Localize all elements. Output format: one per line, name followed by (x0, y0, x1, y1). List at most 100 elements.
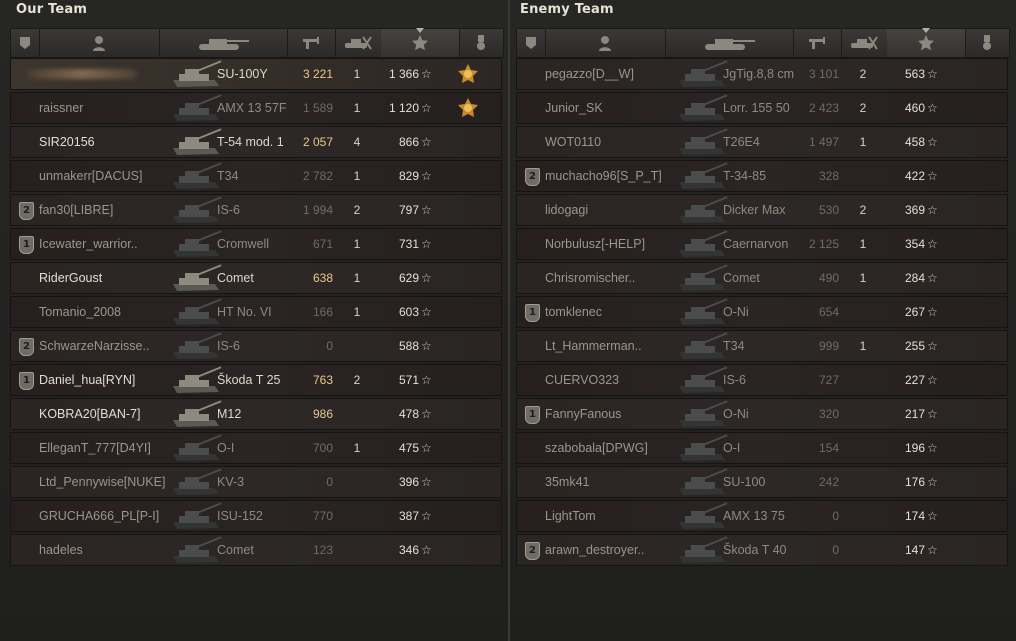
damage-value: 1 497 (808, 135, 839, 149)
tank-name: O-I (723, 441, 741, 455)
kills-value: 1 (353, 271, 361, 285)
player-name: unmakerr[DACUS] (39, 169, 143, 183)
player-row[interactable]: 2 SchwarzeNarzisse.. IS-6 0 588 ☆ (10, 330, 502, 362)
player-row[interactable]: KOBRA20[BAN-7] M12 986 478 ☆ (10, 398, 502, 430)
platoon-badge: 2 (525, 168, 540, 186)
player-row[interactable]: Junior_SK Lorr. 155 50 2 423 2 460 ☆ (516, 92, 1008, 124)
sort-descending-icon (416, 28, 424, 33)
kills-value: 1 (353, 101, 361, 115)
header-damage-icon[interactable] (287, 29, 336, 57)
player-name: muchacho96[S_P_T] (545, 169, 662, 183)
xp-value: 475 (398, 441, 419, 455)
header-xp-star-icon[interactable] (381, 28, 460, 57)
damage-value: 2 782 (302, 169, 333, 183)
player-row[interactable]: Tomanio_2008 HT No. VI 166 1 603 ☆ (10, 296, 502, 328)
player-row[interactable]: Chrisromischer.. Comet 490 1 284 ☆ (516, 262, 1008, 294)
tank-name: T-54 mod. 1 (217, 135, 284, 149)
player-row[interactable]: lidogagi Dicker Max 530 2 369 ☆ (516, 194, 1008, 226)
header-xp-star-icon[interactable] (887, 28, 966, 57)
xp-value: 1 366 (388, 67, 419, 81)
player-row[interactable]: WOT0110 T26E4 1 497 1 458 ☆ (516, 126, 1008, 158)
header-tank-icon[interactable] (665, 29, 794, 57)
player-row[interactable]: hadeles Comet 123 346 ☆ (10, 534, 502, 566)
header-player-icon[interactable] (545, 29, 666, 57)
player-name: Junior_SK (545, 101, 603, 115)
damage-value: 0 (832, 509, 839, 523)
kills-value: 4 (353, 135, 361, 149)
xp-star-icon: ☆ (421, 101, 432, 115)
player-name: pegazzo[D__W] (545, 67, 634, 81)
player-name: Norbulusz[-HELP] (545, 237, 646, 251)
header-damage-icon[interactable] (793, 29, 842, 57)
xp-star-icon: ☆ (927, 237, 938, 251)
xp-star-icon: ☆ (927, 67, 938, 81)
player-name: Chrisromischer.. (545, 271, 636, 285)
player-row[interactable]: ElleganT_777[D4YI] O-I 700 1 475 ☆ (10, 432, 502, 464)
damage-value: 3 101 (808, 67, 839, 81)
platoon-badge: 2 (19, 202, 34, 220)
xp-star-icon: ☆ (927, 305, 938, 319)
player-name: ElleganT_777[D4YI] (39, 441, 151, 455)
player-name: KOBRA20[BAN-7] (39, 407, 141, 421)
damage-value: 242 (818, 475, 839, 489)
player-row[interactable]: CUERVO323 IS-6 727 227 ☆ (516, 364, 1008, 396)
player-row[interactable]: SIR20156 T-54 mod. 1 2 057 4 866 ☆ (10, 126, 502, 158)
player-row[interactable]: szabobala[DPWG] O-I 154 196 ☆ (516, 432, 1008, 464)
player-row[interactable]: GRUCHA666_PL[P-I] ISU-152 770 387 ☆ (10, 500, 502, 532)
damage-value: 700 (312, 441, 333, 455)
damage-value: 770 (312, 509, 333, 523)
xp-star-icon: ☆ (927, 441, 938, 455)
player-row[interactable]: RiderGoust Comet 638 1 629 ☆ (10, 262, 502, 294)
xp-star-icon: ☆ (927, 169, 938, 183)
tank-name: Comet (723, 271, 760, 285)
damage-value: 1 994 (302, 203, 333, 217)
player-row[interactable]: Ltd_Pennywise[NUKE] KV-3 0 396 ☆ (10, 466, 502, 498)
header-tank-icon[interactable] (159, 29, 288, 57)
player-row[interactable]: LightTom AMX 13 75 0 174 ☆ (516, 500, 1008, 532)
player-name: Ltd_Pennywise[NUKE] (39, 475, 166, 489)
player-row[interactable]: pegazzo[D__W] JgTig.8,8 cm 3 101 2 563 ☆ (516, 58, 1008, 90)
header-squad-icon[interactable] (11, 29, 40, 57)
header-squad-icon[interactable] (517, 29, 546, 57)
damage-value: 320 (818, 407, 839, 421)
player-row[interactable]: 1 tomklenec O-Ni 654 267 ☆ (516, 296, 1008, 328)
header-kills-icon[interactable] (335, 29, 382, 57)
player-name: hadeles (39, 543, 83, 557)
tank-name: T26E4 (723, 135, 760, 149)
player-row[interactable]: 1 Daniel_hua[RYN] Škoda T 25 763 2 571 ☆ (10, 364, 502, 396)
header-player-icon[interactable] (39, 29, 160, 57)
player-row[interactable]: Lt_Hammerman.. T34 999 1 255 ☆ (516, 330, 1008, 362)
enemy-team-panel: Enemy Team pegazzo[D__W] JgTig.8,8 cm 3 10… (510, 0, 1016, 641)
kills-value: 1 (353, 67, 361, 81)
header-kills-icon[interactable] (841, 29, 888, 57)
xp-star-icon: ☆ (927, 373, 938, 387)
player-row[interactable]: Norbulusz[-HELP] Caernarvon 2 125 1 354 ☆ (516, 228, 1008, 260)
xp-star-icon: ☆ (927, 509, 938, 523)
player-name: 35mk41 (545, 475, 590, 489)
player-row[interactable]: SU-100Y 3 221 1 1 366 ☆ (10, 58, 502, 90)
xp-star-icon: ☆ (421, 373, 432, 387)
platoon-badge: 2 (19, 338, 34, 356)
header-medal-icon[interactable] (965, 29, 1010, 57)
tank-name: Cromwell (217, 237, 270, 251)
kills-value: 2 (859, 101, 867, 115)
kills-value: 2 (859, 203, 867, 217)
player-row[interactable]: raissner AMX 13 57F 1 589 1 1 120 ☆ (10, 92, 502, 124)
player-row[interactable]: 1 FannyFanous O-Ni 320 217 ☆ (516, 398, 1008, 430)
xp-value: 396 (398, 475, 419, 489)
header-medal-icon[interactable] (459, 29, 504, 57)
player-row[interactable]: 2 fan30[LIBRE] IS-6 1 994 2 797 ☆ (10, 194, 502, 226)
player-row[interactable]: unmakerr[DACUS] T34 2 782 1 829 ☆ (10, 160, 502, 192)
player-row[interactable]: 1 Icewater_warrior.. Cromwell 671 1 731 ☆ (10, 228, 502, 260)
kills-value: 1 (353, 237, 361, 251)
xp-value: 629 (398, 271, 419, 285)
tank-name: T34 (723, 339, 745, 353)
damage-value: 727 (818, 373, 839, 387)
player-row[interactable]: 2 muchacho96[S_P_T] T-34-85 328 422 ☆ (516, 160, 1008, 192)
damage-value: 671 (312, 237, 333, 251)
damage-value: 2 125 (808, 237, 839, 251)
player-row[interactable]: 2 arawn_destroyer.. Škoda T 40 0 147 ☆ (516, 534, 1008, 566)
player-row[interactable]: 35mk41 SU-100 242 176 ☆ (516, 466, 1008, 498)
xp-value: 797 (398, 203, 419, 217)
player-name: GRUCHA666_PL[P-I] (39, 509, 160, 523)
